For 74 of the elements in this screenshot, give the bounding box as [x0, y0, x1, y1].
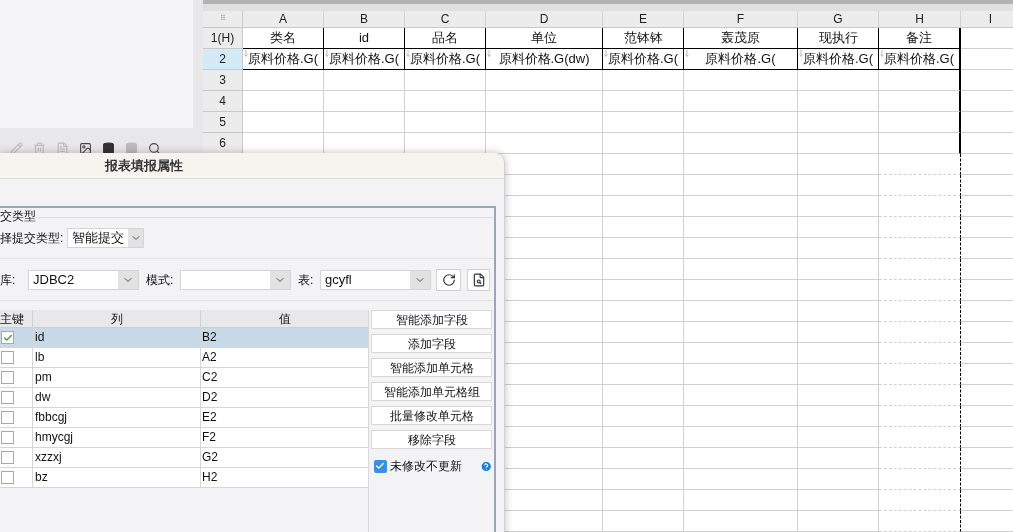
- action-button[interactable]: 智能添加单元格组: [371, 382, 492, 402]
- column-header[interactable]: 值: [200, 310, 368, 328]
- table-cell: pm: [32, 368, 200, 388]
- table-cell: dw: [32, 388, 200, 408]
- row-header[interactable]: 1(H): [203, 28, 243, 49]
- table-cell: 单位: [486, 28, 603, 49]
- window-title: 报表填报属性: [105, 156, 183, 175]
- table-cell: bz: [32, 468, 200, 488]
- table-label: 表:: [298, 272, 315, 290]
- field-row[interactable]: dw D2: [0, 388, 368, 409]
- table-cell: xzzxj: [32, 448, 200, 468]
- action-button[interactable]: 添加字段: [371, 334, 492, 354]
- checkbox-label: 未修改不更新: [389, 458, 462, 476]
- row-header[interactable]: 4: [203, 91, 243, 112]
- row-header[interactable]: 6: [203, 133, 243, 154]
- field-row[interactable]: lb A2: [0, 348, 368, 369]
- group-label: 交类型: [0, 209, 37, 224]
- row-header[interactable]: 2: [203, 49, 243, 70]
- column-header[interactable]: D: [486, 11, 603, 27]
- table-cell: id: [324, 28, 405, 49]
- table-cell: 备注: [879, 28, 961, 49]
- table-cell: B2: [200, 328, 368, 348]
- column-header[interactable]: 列: [32, 310, 200, 328]
- table-cell: 原料价格.G(: [243, 49, 324, 70]
- action-button[interactable]: 移除字段: [371, 430, 492, 450]
- action-button[interactable]: 批量修改单元格: [371, 406, 492, 426]
- field-row[interactable]: pm C2: [0, 368, 368, 389]
- submit-type-label: 择提交类型:: [0, 230, 64, 248]
- column-header[interactable]: H: [879, 11, 961, 27]
- field-row[interactable]: id B2: [0, 328, 368, 349]
- database-label: 库:: [0, 272, 17, 290]
- table-cell: A2: [200, 348, 368, 368]
- table-cell: 类名: [243, 28, 324, 49]
- table-cell: 原料价格.G(: [798, 49, 879, 70]
- mode-label: 模式:: [146, 272, 175, 290]
- table-cell: 原料价格.G(: [684, 49, 798, 70]
- column-header[interactable]: E: [603, 11, 684, 27]
- field-row[interactable]: bz H2: [0, 468, 368, 489]
- column-header[interactable]: A: [243, 11, 324, 27]
- table-cell: E2: [200, 408, 368, 428]
- action-button[interactable]: 智能添加单元格: [371, 358, 492, 378]
- table-cell: fbbcgj: [32, 408, 200, 428]
- row-header[interactable]: 5: [203, 112, 243, 133]
- table-cell: lb: [32, 348, 200, 368]
- column-header[interactable]: C: [405, 11, 486, 27]
- table-cell: D2: [200, 388, 368, 408]
- table-cell: H2: [200, 468, 368, 488]
- table-cell: 品名: [405, 28, 486, 49]
- table-cell: 范钵钵: [603, 28, 684, 49]
- table-dropdown[interactable]: gcyfl: [320, 270, 431, 291]
- table-cell: hmycgj: [32, 428, 200, 448]
- table-cell: 轰茂原: [684, 28, 798, 49]
- table-cell: 原料价格.G(dw): [486, 49, 603, 70]
- table-cell: 现执行: [798, 28, 879, 49]
- column-header[interactable]: I: [961, 11, 1013, 27]
- table-cell: id: [32, 328, 200, 348]
- submit-type-dropdown[interactable]: 智能提交: [67, 228, 145, 249]
- field-row[interactable]: hmycgj F2: [0, 428, 368, 449]
- table-cell: C2: [200, 368, 368, 388]
- action-button[interactable]: 智能添加字段: [371, 310, 492, 330]
- column-header[interactable]: B: [324, 11, 405, 27]
- database-dropdown[interactable]: JDBC2: [28, 270, 139, 291]
- field-row[interactable]: xzzxj G2: [0, 448, 368, 469]
- table-cell: F2: [200, 428, 368, 448]
- table-cell: 原料价格.G(: [879, 49, 961, 70]
- column-header[interactable]: F: [684, 11, 798, 27]
- field-row[interactable]: fbbcgj E2: [0, 408, 368, 429]
- column-header[interactable]: G: [798, 11, 879, 27]
- table-cell: 原料价格.G(: [405, 49, 486, 70]
- row-header[interactable]: 3: [203, 70, 243, 91]
- column-header[interactable]: 主键: [0, 310, 32, 328]
- table-cell: 原料价格.G(: [324, 49, 405, 70]
- table-cell: G2: [200, 448, 368, 468]
- table-cell: 原料价格.G(: [603, 49, 684, 70]
